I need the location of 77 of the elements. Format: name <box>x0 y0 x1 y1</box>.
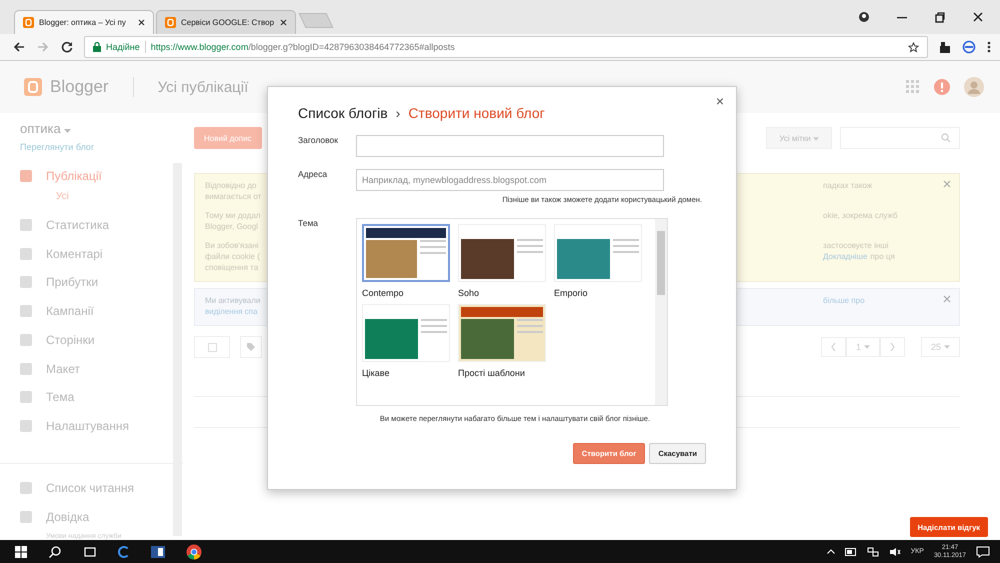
tag-icon <box>246 342 256 352</box>
chevron-left-icon <box>830 343 836 351</box>
caret-icon <box>64 129 72 133</box>
chrome-icon[interactable] <box>186 544 202 560</box>
sidebar-item[interactable]: Тема <box>20 383 173 412</box>
view-blog-link[interactable]: Переглянути блог <box>20 142 173 152</box>
dialog-title: Створити новий блог <box>408 105 545 121</box>
caret-icon <box>944 345 950 349</box>
close-tab-icon[interactable] <box>280 19 287 26</box>
scrollbar[interactable] <box>655 219 667 405</box>
theme-name[interactable]: Цікаве <box>362 368 458 378</box>
address-bar[interactable]: Надійне https://www.blogger.com/blogger.g?blogID=4287963038464772365#allposts <box>84 36 928 58</box>
sidebar-item[interactable]: Коментарі <box>20 239 173 268</box>
theme-name[interactable]: Emporio <box>554 288 650 298</box>
page-title: Усі публікації <box>158 78 248 96</box>
checkbox-icon <box>208 342 216 352</box>
notifications-icon[interactable] <box>976 546 990 558</box>
close-icon[interactable]: × <box>716 93 724 109</box>
caret-icon <box>864 345 870 349</box>
address-label: Адреса <box>298 169 328 181</box>
menu-icon[interactable] <box>986 40 992 54</box>
back-arrow-icon[interactable] <box>12 40 26 54</box>
sidebar-item[interactable]: Статистика <box>20 210 173 240</box>
task-view-icon[interactable] <box>82 544 98 558</box>
app-name: Blogger <box>50 77 109 97</box>
theme-name[interactable]: Прості шаблони <box>458 368 554 378</box>
bookmark-star-icon[interactable] <box>908 42 919 52</box>
browser-tab[interactable]: Сервіси GOOGLE: Створ <box>156 10 296 34</box>
network-icon[interactable] <box>866 546 879 556</box>
restore-icon[interactable] <box>934 11 946 23</box>
blogger-logo-icon <box>23 17 34 28</box>
title-label: Заголовок <box>298 135 339 147</box>
search-icon[interactable] <box>48 544 62 558</box>
sidebar-item[interactable]: Прибутки <box>20 268 173 297</box>
notice-link[interactable]: Докладніше <box>823 251 868 262</box>
theme-preview[interactable] <box>362 224 450 282</box>
labels-dropdown[interactable]: Усі мітки <box>766 127 832 149</box>
extension-icon[interactable] <box>938 40 952 54</box>
document-app-icon[interactable] <box>150 544 166 558</box>
close-icon[interactable] <box>972 11 984 23</box>
sidebar-item[interactable]: Публікації <box>20 162 173 191</box>
title-input[interactable] <box>356 135 664 157</box>
theme-name[interactable]: Soho <box>458 288 554 298</box>
breadcrumb-separator: › <box>396 105 400 121</box>
blogger-logo-icon <box>165 17 176 28</box>
search-field[interactable] <box>840 127 960 149</box>
blog-selector[interactable]: оптика <box>20 121 173 136</box>
sidebar-item[interactable]: Список читання <box>20 474 173 502</box>
battery-icon[interactable] <box>844 548 857 556</box>
search-icon <box>941 133 951 143</box>
close-tab-icon[interactable] <box>138 19 145 26</box>
profile-icon[interactable] <box>858 11 870 23</box>
theme-name[interactable]: Contempo <box>362 288 458 298</box>
sidebar-item[interactable]: Кампанії <box>20 296 173 326</box>
notice-link[interactable]: виділення спа <box>205 306 258 317</box>
security-label: Надійне <box>106 42 140 52</box>
blog-list-link[interactable]: Список блогів <box>298 105 388 121</box>
chevron-up-icon[interactable] <box>826 549 835 554</box>
notice-link[interactable]: більше про <box>823 295 865 306</box>
volume-icon[interactable] <box>888 546 901 556</box>
sidebar-item[interactable]: Макет <box>20 354 173 384</box>
browser-tab[interactable]: Blogger: оптика – Усі пу <box>14 10 154 34</box>
browser-e-icon[interactable] <box>118 546 130 558</box>
notice-text: Ми активували <box>205 295 260 306</box>
address-input[interactable]: Наприклад, mynewblogaddress.blogspot.com <box>356 169 664 191</box>
caret-icon <box>813 136 819 140</box>
sidebar-item[interactable]: Довідка <box>20 502 173 532</box>
reload-icon[interactable] <box>60 40 74 54</box>
theme-label: Тема <box>298 218 320 230</box>
chevron-right-icon <box>890 343 895 351</box>
sidebar-subitem[interactable]: Усі <box>20 190 173 211</box>
url-text: https://www.blogger.com/blogger.g?blogID=4287963038464772365#allposts <box>150 42 455 52</box>
sidebar-item[interactable]: Сторінки <box>20 326 173 354</box>
windows-start-icon[interactable] <box>14 544 28 558</box>
sidebar-item[interactable]: Налаштування <box>20 412 173 441</box>
new-post-button[interactable]: Новий допис <box>194 127 262 149</box>
lock-icon <box>93 42 101 52</box>
